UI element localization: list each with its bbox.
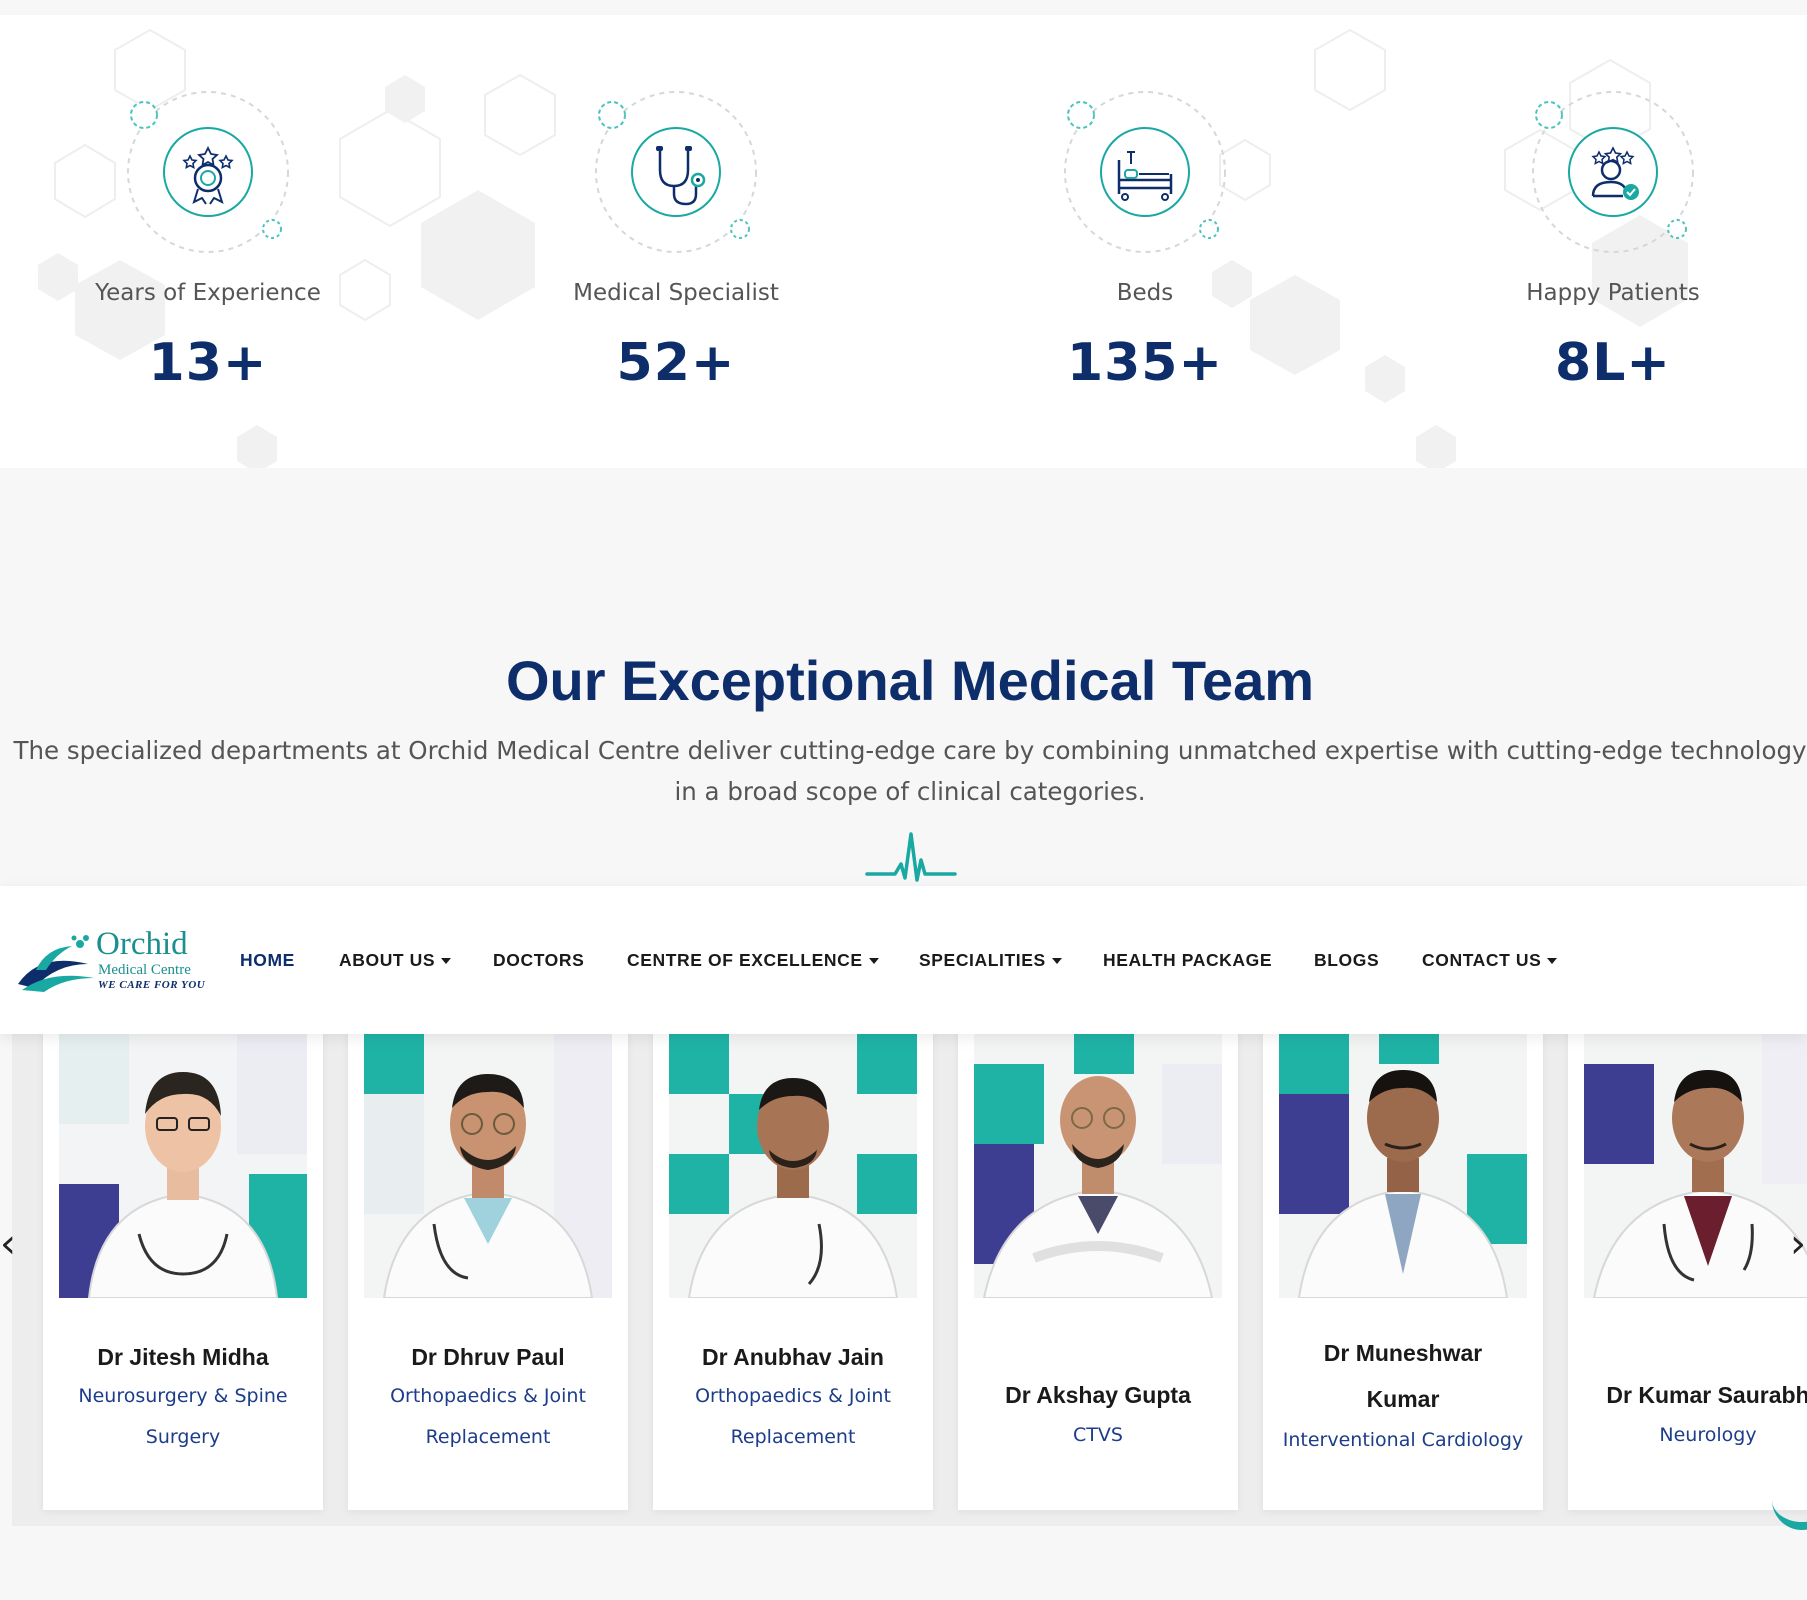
stat-ring [1063, 90, 1227, 254]
doctor-specialty: Neurology [1659, 1424, 1757, 1446]
nav-item-contact-us[interactable]: CONTACT US [1422, 950, 1558, 971]
doctor-portrait-image [1584, 1034, 1807, 1298]
slider-prev-arrow-icon[interactable]: ‹ [0, 1224, 16, 1264]
nav-item-label: HEALTH PACKAGE [1103, 950, 1273, 970]
doctor-specialty: CTVS [1073, 1424, 1123, 1446]
doctor-card[interactable]: Dr Dhruv Paul Orthopaedics & Joint Repla… [348, 1010, 628, 1510]
nav-item-label: ABOUT US [339, 950, 436, 970]
slider-next-arrow-icon[interactable]: › [1790, 1224, 1806, 1264]
doctor-card[interactable]: Dr Akshay Gupta CTVS [958, 1010, 1238, 1510]
doctor-name: Dr Anubhav Jain [702, 1344, 884, 1370]
caret-down-icon [868, 958, 879, 965]
doctor-name: Dr Dhruv Paul [411, 1344, 565, 1370]
main-navbar: Orchid Medical Centre WE CARE FOR YOU HO… [0, 886, 1807, 1034]
doctor-name: Dr Jitesh Midha [97, 1344, 269, 1370]
stat-label: Beds [1116, 280, 1174, 306]
nav-item-about-us[interactable]: ABOUT US [339, 950, 452, 971]
nav-item-label: BLOGS [1314, 950, 1380, 970]
doctor-photo [364, 1034, 612, 1298]
caret-down-icon [1051, 958, 1062, 965]
team-section-title: Our Exceptional Medical Team [505, 649, 1315, 712]
heartbeat-pulse-icon [865, 832, 957, 882]
nav-item-home[interactable]: HOME [240, 950, 295, 971]
description-line: in a broad scope of clinical categories. [674, 777, 1146, 806]
stat-label: Medical Specialist [573, 280, 779, 306]
logo-tagline: WE CARE FOR YOU [98, 979, 206, 991]
doctor-photo [974, 1034, 1222, 1298]
logo-name: Orchid [96, 926, 188, 962]
doctor-specialty: Interventional Cardiology [1282, 1429, 1524, 1451]
nav-item-label: HOME [240, 950, 295, 970]
stat-value: 135+ [1066, 333, 1224, 393]
doctor-portrait-image [974, 1034, 1222, 1298]
orchid-logo-mark-icon [18, 935, 94, 992]
stat-ring [1531, 90, 1695, 254]
doctor-card[interactable]: Dr Kumar Saurabh Neurology [1568, 1010, 1807, 1510]
happy-patient-icon [1532, 91, 1694, 253]
caret-down-icon [1547, 958, 1558, 965]
stat-value: 52+ [616, 333, 736, 393]
stats-section: Years of Experience 13+ Medical Speciali… [0, 15, 1807, 468]
doctor-name: Dr Kumar Saurabh [1606, 1382, 1807, 1408]
team-section-description: The specialized departments at Orchid Me… [0, 730, 1807, 812]
stat-value: 13+ [148, 333, 268, 393]
stethoscope-icon [595, 91, 757, 253]
stat-label: Happy Patients [1526, 280, 1700, 306]
doctor-card[interactable]: Dr Jitesh Midha Neurosurgery & Spine Sur… [43, 1010, 323, 1510]
doctor-portrait-image [1279, 1034, 1527, 1298]
doctor-name: Kumar [1366, 1386, 1440, 1412]
hospital-bed-icon [1064, 91, 1226, 253]
doctor-photo [1279, 1034, 1527, 1298]
doctor-portrait-image [59, 1034, 307, 1298]
stat-label: Years of Experience [95, 280, 321, 306]
caret-down-icon [441, 958, 452, 965]
stat-ring [594, 90, 758, 254]
doctor-specialty: Orthopaedics & Joint [695, 1385, 891, 1407]
stat-value: 8L+ [1555, 333, 1671, 393]
nav-item-label: CONTACT US [1422, 950, 1542, 970]
stat-ring [126, 90, 290, 254]
nav-item-label: DOCTORS [493, 950, 585, 970]
doctor-portrait-image [669, 1034, 917, 1298]
nav-item-label: SPECIALITIES [919, 950, 1046, 970]
nav-item-doctors[interactable]: DOCTORS [493, 950, 584, 971]
doctor-specialty: Orthopaedics & Joint [390, 1385, 586, 1407]
doctor-specialty: Replacement [730, 1426, 856, 1448]
doctor-card[interactable]: Dr Muneshwar Kumar Interventional Cardio… [1263, 1010, 1543, 1510]
doctor-name: Dr Muneshwar [1323, 1340, 1483, 1366]
doctor-card[interactable]: Dr Anubhav Jain Orthopaedics & Joint Rep… [653, 1010, 933, 1510]
nav-item-specialities[interactable]: SPECIALITIES [919, 950, 1062, 971]
doctor-photo [59, 1034, 307, 1298]
nav-item-centre-of-excellence[interactable]: CENTRE OF EXCELLENCE [627, 950, 879, 971]
doctor-photo [669, 1034, 917, 1298]
award-badge-icon [127, 91, 289, 253]
nav-item-blogs[interactable]: BLOGS [1314, 950, 1379, 971]
doctor-name: Dr Akshay Gupta [1005, 1382, 1191, 1408]
doctor-photo [1584, 1034, 1807, 1298]
nav-item-health-package[interactable]: HEALTH PACKAGE [1103, 950, 1272, 971]
logo-subtitle: Medical Centre [98, 962, 191, 978]
orchid-logo[interactable]: Orchid Medical Centre WE CARE FOR YOU [16, 926, 206, 994]
doctor-specialty: Replacement [425, 1426, 551, 1448]
doctor-specialty: Surgery [145, 1426, 221, 1448]
doctor-portrait-image [364, 1034, 612, 1298]
nav-item-label: CENTRE OF EXCELLENCE [627, 950, 863, 970]
description-line: The specialized departments at Orchid Me… [13, 736, 1807, 765]
doctor-specialty: Neurosurgery & Spine [78, 1385, 288, 1407]
